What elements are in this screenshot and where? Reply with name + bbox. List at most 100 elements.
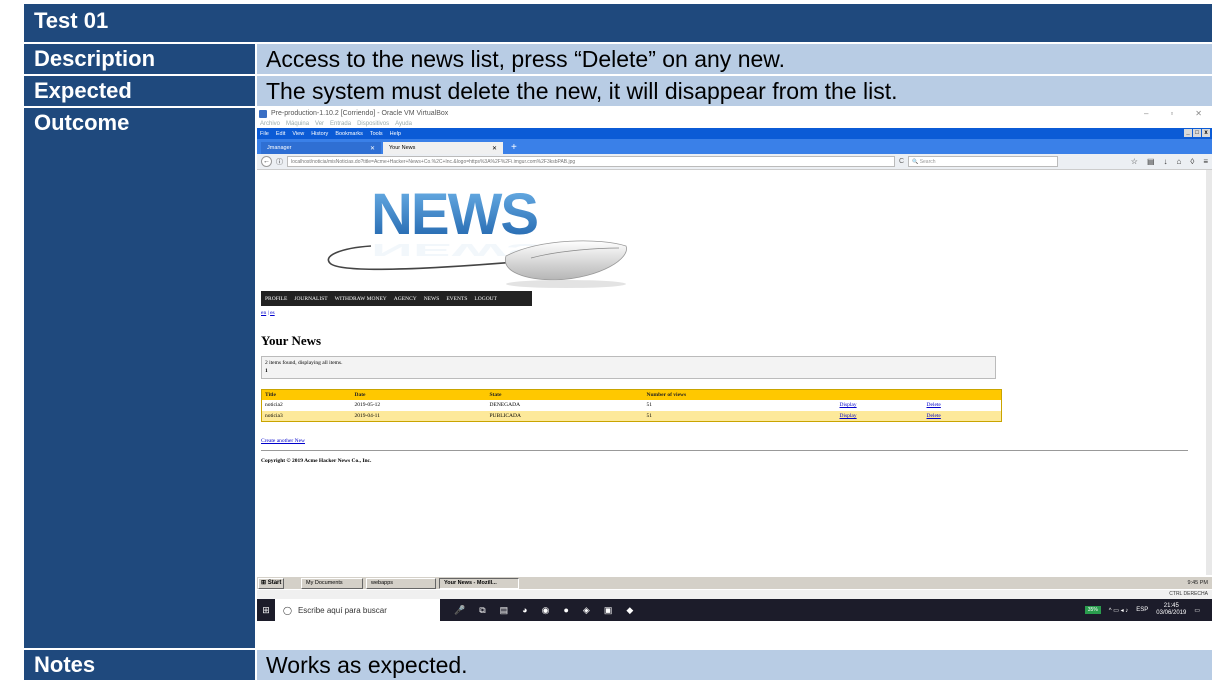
- display-link[interactable]: Display: [840, 402, 857, 408]
- page-scrollbar[interactable]: [1206, 170, 1212, 576]
- virtualbox-title: Pre-production-1.10.2 [Corriendo] - Orac…: [271, 110, 449, 118]
- url-input[interactable]: localhost/noticia/misNoticias.do?title=A…: [287, 156, 895, 168]
- star-icon: ☆: [1130, 157, 1138, 167]
- ff-menu-edit[interactable]: Edit: [276, 131, 285, 137]
- delete-link[interactable]: Delete: [927, 402, 941, 408]
- library-icon: ▤: [1146, 157, 1155, 167]
- vbox-menu-maquina[interactable]: Máquina: [286, 121, 309, 127]
- news-table: Title Date State Number of views noticia…: [261, 389, 1002, 423]
- navigation-bar: ← ⓘ localhost/noticia/misNoticias.do?tit…: [257, 154, 1212, 171]
- test-id-header: Test 01: [22, 2, 1214, 44]
- menu-icon: ≡: [1203, 157, 1208, 167]
- tab-jmanager[interactable]: Jmanager ✕: [261, 142, 381, 155]
- mic-icon: 🎤: [454, 604, 466, 615]
- ff-menu-file[interactable]: File: [260, 131, 269, 137]
- vbox-menu-archivo[interactable]: Archivo: [260, 121, 280, 127]
- ff-menu-help[interactable]: Help: [390, 131, 401, 137]
- virtualbox-statusbar: CTRL DERECHA: [257, 590, 1212, 600]
- back-button[interactable]: ←: [261, 156, 272, 168]
- inner-window-controls[interactable]: _ □ x: [1184, 129, 1210, 138]
- start-button[interactable]: ⊞ Start: [258, 577, 284, 589]
- virtualbox-icon: [259, 109, 267, 118]
- close-icon[interactable]: ✕: [492, 145, 497, 152]
- col-title[interactable]: Title: [261, 389, 352, 400]
- virtualbox-titlebar: Pre-production-1.10.2 [Corriendo] - Orac…: [257, 108, 1212, 120]
- app-icon: ▣: [603, 604, 613, 615]
- app-icon: ◆: [626, 604, 634, 615]
- news-banner-image: NEWS NEWS: [327, 182, 627, 289]
- news-banner-text: NEWS: [371, 182, 537, 247]
- vbox-menu-ver[interactable]: Ver: [315, 121, 324, 127]
- create-news-link[interactable]: Create another New: [261, 438, 305, 444]
- site-navbar: PROFILE JOURNALIST WITHDRAW MONEY AGENCY…: [261, 291, 532, 307]
- firefox-menubar: File Edit View History Bookmarks Tools H…: [257, 128, 1212, 140]
- outcome-screenshot: Pre-production-1.10.2 [Corriendo] - Orac…: [257, 108, 1212, 648]
- language-switch: en | es: [261, 310, 275, 317]
- test-case-table: Test 01 Description Access to the news l…: [22, 2, 1214, 682]
- nav-withdraw-money[interactable]: WITHDRAW MONEY: [335, 296, 387, 302]
- firefox-icon: ●: [563, 604, 569, 615]
- cortana-icon: ◯: [283, 605, 292, 615]
- col-delete: [923, 389, 1002, 400]
- taskbar-webapps[interactable]: webapps: [366, 577, 436, 589]
- host-search-box[interactable]: ◯ Escribe aquí para buscar: [275, 599, 440, 622]
- nav-events[interactable]: EVENTS: [446, 296, 467, 302]
- pinned-apps[interactable]: 🎤 ⧉ ▤ ◕ ◉ ● ◈ ▣ ◆: [454, 605, 633, 616]
- page-title: Your News: [261, 333, 322, 349]
- keyboard-language[interactable]: ESP: [1136, 607, 1148, 613]
- home-icon: ⌂: [1176, 157, 1182, 167]
- window-controls[interactable]: – ▫ ✕: [1144, 109, 1212, 118]
- items-found-text: 2 items found, displaying all items.: [265, 360, 343, 367]
- lang-es-link[interactable]: es: [270, 310, 275, 316]
- col-state[interactable]: State: [486, 389, 644, 400]
- vbox-menu-ayuda[interactable]: Ayuda: [395, 121, 412, 127]
- edge-icon: ◕: [522, 604, 528, 615]
- info-icon[interactable]: ⓘ: [276, 157, 283, 167]
- chrome-icon: ◉: [541, 604, 550, 615]
- web-page: NEWS NEWS PROFILE JOURNALIST WITHDRAW MO…: [257, 170, 1212, 576]
- ff-menu-bookmarks[interactable]: Bookmarks: [335, 131, 363, 137]
- col-views[interactable]: Number of views: [643, 389, 837, 400]
- windows-logo-icon[interactable]: ⊞: [257, 605, 275, 616]
- col-date[interactable]: Date: [351, 389, 487, 400]
- nav-agency[interactable]: AGENCY: [394, 296, 417, 302]
- taskbar-your-news[interactable]: Your News - Mozill...: [439, 577, 519, 589]
- pagination-banner: 2 items found, displaying all items. 1: [261, 356, 996, 380]
- vbox-menu-dispositivos[interactable]: Dispositivos: [357, 121, 389, 127]
- vbox-menu-entrada[interactable]: Entrada: [330, 121, 351, 127]
- taskbar-my-documents[interactable]: My Documents: [301, 577, 363, 589]
- description-value: Access to the news list, press “Delete” …: [255, 41, 1214, 77]
- page-number[interactable]: 1: [265, 367, 992, 375]
- display-link[interactable]: Display: [840, 413, 857, 419]
- col-display: [836, 389, 924, 400]
- tab-your-news[interactable]: Your News ✕: [383, 142, 503, 155]
- nav-journalist[interactable]: JOURNALIST: [294, 296, 327, 302]
- download-icon: ↓: [1163, 157, 1168, 167]
- battery-indicator[interactable]: 35%: [1084, 606, 1101, 615]
- table-row: noticia3 2019-04-11 PUBLICADA 51 Display…: [261, 410, 1002, 422]
- close-icon[interactable]: ✕: [370, 145, 375, 152]
- nav-news[interactable]: NEWS: [424, 296, 440, 302]
- nav-logout[interactable]: LOGOUT: [474, 296, 497, 302]
- tray-icons[interactable]: ^ ▭ ◂ ♪: [1109, 607, 1129, 614]
- notes-label: Notes: [22, 647, 257, 682]
- notifications-icon[interactable]: ▭: [1194, 607, 1200, 614]
- new-tab-icon[interactable]: +: [505, 142, 517, 154]
- taskview-icon: ⧉: [479, 604, 486, 615]
- notes-value: Works as expected.: [255, 647, 1214, 682]
- search-input[interactable]: 🔍 Search: [908, 156, 1059, 168]
- system-tray: 35% ^ ▭ ◂ ♪ ESP 21:45 03/06/2019 ▭: [1084, 603, 1212, 617]
- host-clock[interactable]: 21:45 03/06/2019: [1156, 603, 1186, 617]
- delete-link[interactable]: Delete: [927, 413, 941, 419]
- browser-tabs: Jmanager ✕ Your News ✕ +: [257, 139, 1212, 155]
- ff-menu-history[interactable]: History: [311, 131, 328, 137]
- explorer-icon: ▤: [499, 604, 509, 615]
- ff-menu-view[interactable]: View: [292, 131, 304, 137]
- ff-menu-tools[interactable]: Tools: [370, 131, 383, 137]
- nav-profile[interactable]: PROFILE: [265, 296, 287, 302]
- reload-icon[interactable]: C: [899, 158, 904, 165]
- copyright-text: Copyright © 2019 Acme Hacker News Co., I…: [261, 458, 372, 465]
- guest-taskbar: ⊞ Start My Documents webapps Your News -…: [257, 576, 1212, 590]
- toolbar-icons[interactable]: ☆ ▤ ↓ ⌂ ◊ ≡: [1131, 157, 1208, 166]
- guest-clock: 9:45 PM: [1187, 580, 1208, 587]
